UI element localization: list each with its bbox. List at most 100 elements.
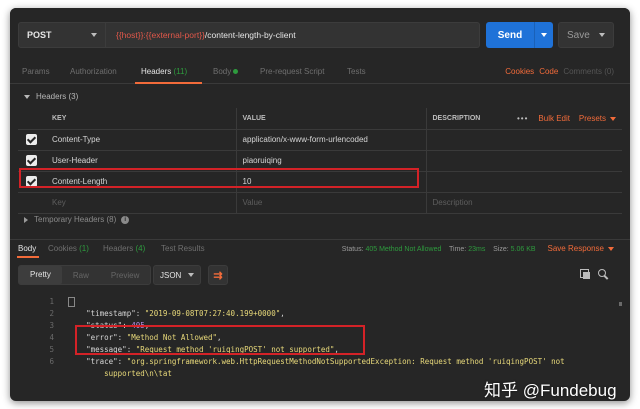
- copy-icon[interactable]: [580, 269, 590, 279]
- save-label: Save: [567, 29, 590, 41]
- content-length-highlight: [19, 168, 419, 188]
- send-button[interactable]: Send: [486, 22, 553, 48]
- tab-response-headers[interactable]: Headers (4): [103, 244, 145, 253]
- postman-window: POST {{host}}: {{external-port}}/content-…: [10, 8, 630, 401]
- size-label: Size:: [493, 246, 509, 253]
- row-checkbox-cell: [18, 129, 46, 151]
- method-select[interactable]: POST: [18, 22, 106, 48]
- error-message-highlight: [75, 325, 365, 355]
- description-placeholder[interactable]: Description: [426, 192, 622, 214]
- tab-body[interactable]: Body: [213, 67, 239, 76]
- active-tab-indicator: [135, 82, 202, 84]
- headers-table-head: KEY VALUE DESCRIPTION ••• Bulk Edit Prese…: [18, 108, 622, 130]
- json-value: "2019-09-08T07:27:40.199+0000": [144, 309, 281, 318]
- tab-tests[interactable]: Tests: [347, 67, 366, 76]
- value-placeholder[interactable]: Value: [236, 192, 427, 214]
- url-input[interactable]: {{host}}: {{external-port}}/content-lengt…: [106, 22, 480, 48]
- wrap-lines-button[interactable]: ⇉: [208, 265, 228, 285]
- tab-body-label: Body: [213, 67, 232, 76]
- raw-button[interactable]: Raw: [62, 271, 100, 280]
- table-row-new: Key Value Description: [18, 192, 622, 214]
- pretty-button[interactable]: Pretty: [19, 266, 62, 284]
- status-value: 405 Method Not Allowed: [365, 246, 442, 253]
- save-response-button[interactable]: Save Response: [548, 244, 614, 253]
- tab-headers-count: (11): [173, 67, 188, 76]
- scrollbar-thumb[interactable]: [619, 302, 622, 306]
- watermark: 知乎 @Fundebug: [484, 381, 617, 400]
- header-description[interactable]: [426, 129, 622, 151]
- line-number: 5: [49, 345, 54, 354]
- col-value: VALUE: [236, 108, 427, 130]
- save-button[interactable]: Save: [558, 22, 614, 48]
- search-icon[interactable]: [598, 269, 608, 279]
- col-description: DESCRIPTION ••• Bulk Edit Presets: [426, 108, 622, 130]
- tab-headers-label: Headers: [141, 67, 172, 76]
- temporary-headers-label: Temporary Headers (8): [34, 215, 117, 224]
- tab-response-body[interactable]: Body: [18, 244, 36, 253]
- response-tabs: Body Cookies (1) Headers (4) Test Result…: [10, 239, 630, 258]
- cookies-link[interactable]: Cookies: [505, 67, 534, 76]
- tab-pre-request-script[interactable]: Pre-request Script: [260, 67, 324, 76]
- chevron-down-icon: [608, 246, 614, 251]
- code-line: "timestamp": "2019-09-08T07:27:40.199+00…: [86, 309, 285, 318]
- time-label: Time:: [449, 246, 467, 253]
- chevron-down-icon: [91, 33, 97, 37]
- json-key: "trace": [86, 357, 118, 366]
- tab-test-results[interactable]: Test Results: [161, 244, 205, 253]
- line-number: 2: [49, 309, 54, 318]
- chevron-down-icon: [188, 273, 194, 277]
- presets-dropdown[interactable]: Presets: [579, 114, 606, 123]
- tab-response-cookies-count: (1): [79, 244, 89, 253]
- line-number: 6: [49, 357, 54, 366]
- json-key: "timestamp": [86, 309, 136, 318]
- send-dropdown[interactable]: [535, 33, 553, 37]
- url-var-host: {{host}}: [116, 30, 144, 40]
- tab-test-results-label: Test Results: [161, 244, 205, 253]
- tab-response-body-label: Body: [18, 244, 37, 253]
- tab-params-label: Params: [22, 67, 50, 76]
- header-key[interactable]: Content-Type: [46, 129, 237, 151]
- response-tools: [580, 269, 608, 279]
- info-icon[interactable]: i: [121, 215, 130, 224]
- col-key: KEY: [46, 108, 237, 130]
- header-description[interactable]: [426, 171, 622, 193]
- comments-link[interactable]: Comments (0): [563, 67, 614, 76]
- chevron-down-icon: [599, 33, 605, 37]
- more-icon[interactable]: •••: [517, 114, 528, 123]
- row-checkbox[interactable]: [26, 134, 37, 145]
- headers-table: KEY VALUE DESCRIPTION ••• Bulk Edit Prese…: [18, 108, 622, 214]
- tab-response-headers-count: (4): [135, 244, 146, 253]
- bulk-edit-link[interactable]: Bulk Edit: [538, 114, 570, 123]
- request-bar: POST {{host}}: {{external-port}}/content-…: [10, 8, 630, 56]
- request-links: Cookies Code Comments (0): [500, 67, 614, 76]
- head-checkbox-col: [18, 108, 46, 130]
- size-value: 5.06 KB: [510, 246, 536, 253]
- expand-icon: [24, 216, 28, 223]
- tab-response-cookies-label: Cookies: [48, 244, 77, 253]
- table-row: Content-Type application/x-www-form-urle…: [18, 129, 622, 151]
- line-number: 4: [49, 333, 54, 342]
- headers-section-toggle[interactable]: Headers (3): [24, 92, 78, 101]
- tab-authorization[interactable]: Authorization: [70, 67, 117, 76]
- tab-headers[interactable]: Headers (11): [141, 67, 187, 76]
- code-link[interactable]: Code: [539, 67, 558, 76]
- tab-params[interactable]: Params: [22, 67, 50, 76]
- fold-brace-icon[interactable]: [68, 297, 75, 307]
- json-value-continued: supported\n\tat: [104, 369, 172, 378]
- row-checkbox[interactable]: [26, 155, 37, 166]
- key-placeholder[interactable]: Key: [46, 192, 237, 214]
- code-line: supported\n\tat: [68, 369, 172, 378]
- view-mode-group: Pretty Raw Preview: [18, 265, 152, 285]
- header-value[interactable]: application/x-www-form-urlencoded: [236, 129, 427, 151]
- preview-button[interactable]: Preview: [100, 271, 150, 280]
- code-line: "trace": "org.springframework.web.HttpRe…: [86, 357, 565, 366]
- header-description[interactable]: [426, 150, 622, 172]
- temporary-headers-toggle[interactable]: Temporary Headers (8) i: [24, 215, 130, 224]
- tab-response-cookies[interactable]: Cookies (1): [48, 244, 89, 253]
- format-select[interactable]: JSON: [153, 265, 201, 285]
- method-label: POST: [27, 30, 52, 40]
- tab-response-headers-label: Headers: [103, 244, 134, 253]
- table-tools: ••• Bulk Edit Presets: [517, 114, 616, 123]
- tab-pre-request-label: Pre-request Script: [260, 67, 325, 76]
- collapse-icon: [24, 94, 30, 99]
